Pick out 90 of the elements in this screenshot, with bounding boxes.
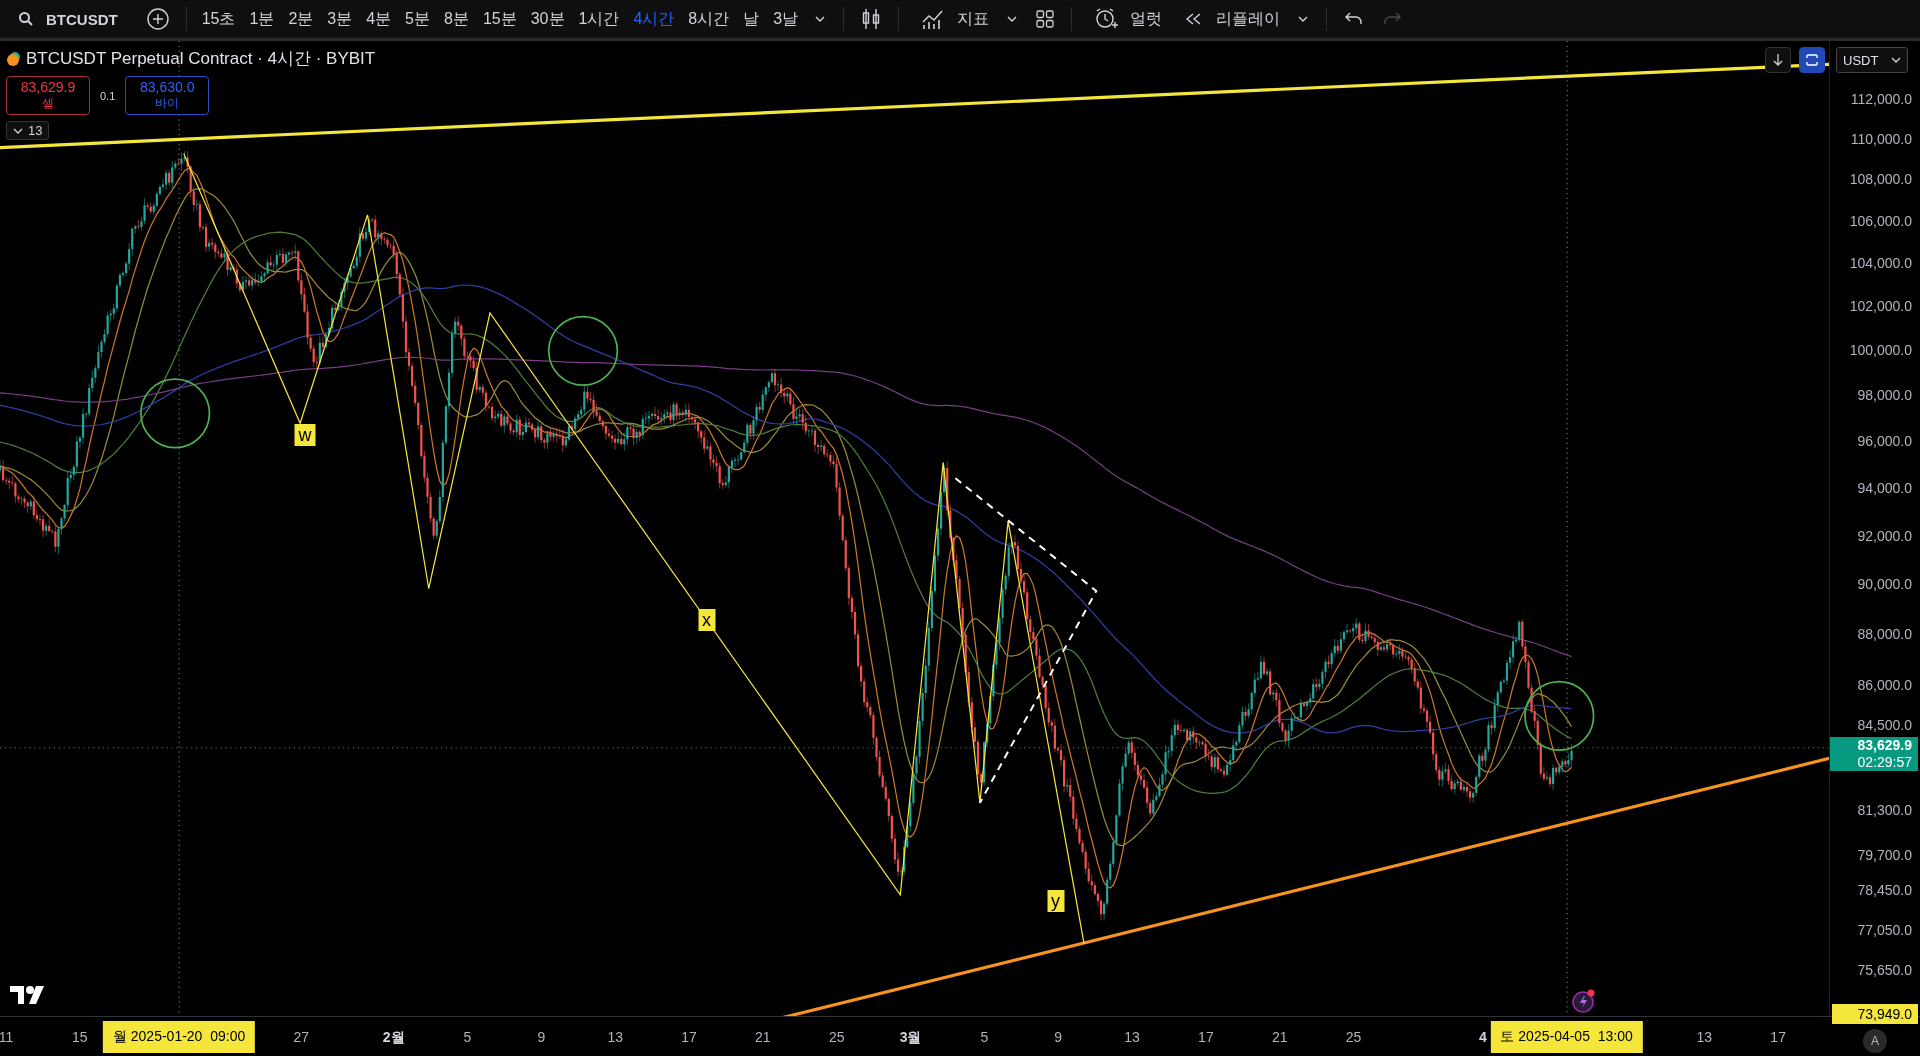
- interval-button[interactable]: 8시간: [683, 4, 735, 34]
- sell-button[interactable]: 83,629.9 셀: [6, 76, 90, 115]
- price-label: 90,000.0: [1857, 575, 1912, 594]
- countdown-timer: 02:29:57: [1857, 753, 1912, 771]
- indicators-toggle-button[interactable]: 13: [6, 121, 50, 140]
- price-label: 81,300.0: [1857, 801, 1912, 820]
- time-label: 13: [1124, 1029, 1140, 1045]
- price-label: 108,000.0: [1849, 170, 1912, 189]
- time-label: 4: [1478, 1029, 1487, 1045]
- interval-button[interactable]: 15분: [477, 4, 522, 34]
- price-marker-label: 73,949.0: [1832, 1003, 1918, 1024]
- indicators-button[interactable]: 지표: [909, 4, 996, 34]
- time-label: 17: [1198, 1029, 1214, 1045]
- price-label: 86,000.0: [1857, 676, 1912, 695]
- price-label: 84,500.0: [1857, 715, 1912, 734]
- crosshair-time-label: 토 2025-04-05 13:00: [1490, 1021, 1643, 1053]
- chevron-down-icon: [13, 126, 23, 135]
- interval-button[interactable]: 3분: [322, 4, 358, 34]
- alert-button[interactable]: 얼럿: [1082, 3, 1169, 35]
- wave-line-drawing[interactable]: [183, 153, 1085, 945]
- price-label: 79,700.0: [1857, 845, 1912, 864]
- interval-button[interactable]: 3날: [768, 4, 804, 34]
- time-label: 13: [1696, 1029, 1713, 1045]
- auto-scale-button[interactable]: A: [1863, 1029, 1887, 1053]
- price-label: 94,000.0: [1857, 478, 1912, 497]
- interval-button[interactable]: 날: [738, 4, 765, 34]
- time-label: 21: [755, 1029, 771, 1045]
- interval-button[interactable]: 1시간: [573, 4, 625, 34]
- interval-button[interactable]: 8분: [439, 4, 474, 34]
- time-label: 25: [1345, 1029, 1362, 1045]
- scroll-down-button[interactable]: [1765, 47, 1791, 73]
- replay-button[interactable]: 리플레이: [1172, 4, 1287, 34]
- chevron-down-icon: [1891, 56, 1901, 64]
- time-label: 11: [0, 1029, 14, 1045]
- price-label: 78,450.0: [1857, 880, 1912, 899]
- wave-label: y: [1047, 889, 1064, 912]
- price-label: 88,000.0: [1857, 625, 1912, 644]
- last-price: 83,629.9: [1857, 736, 1912, 754]
- search-icon: [18, 11, 34, 27]
- time-label: 3월: [899, 1029, 922, 1047]
- alarm-clock-icon: [1094, 7, 1119, 31]
- price-label: 112,000.0: [1850, 89, 1912, 108]
- dashed-wedge-drawing[interactable]: [954, 477, 1098, 804]
- interval-button[interactable]: 15초: [196, 4, 241, 34]
- time-label: 25: [828, 1029, 845, 1045]
- buy-button[interactable]: 83,630.0 바이: [125, 76, 210, 115]
- lightning-icon[interactable]: [1570, 988, 1597, 1014]
- highlight-circle[interactable]: [1524, 680, 1595, 752]
- add-symbol-icon[interactable]: [145, 7, 170, 31]
- time-label: 5: [980, 1029, 989, 1045]
- interval-button[interactable]: 4분: [361, 4, 397, 34]
- price-label: 92,000.0: [1857, 526, 1912, 545]
- chart-title: BTCUSDT Perpetual Contract · 4시간 · BYBIT: [26, 48, 376, 70]
- time-label: 17: [681, 1029, 697, 1045]
- price-label: 106,000.0: [1849, 211, 1912, 230]
- price-label: 98,000.0: [1857, 386, 1912, 405]
- fullscreen-button[interactable]: [1799, 47, 1825, 73]
- interval-button[interactable]: 1분: [244, 4, 280, 34]
- time-label: 27: [293, 1029, 310, 1045]
- time-label: 2월: [382, 1029, 405, 1047]
- grid-icon[interactable]: [1035, 9, 1056, 29]
- price-label: 110,000.0: [1850, 129, 1912, 148]
- currency-dropdown[interactable]: USDT: [1836, 47, 1908, 73]
- highlight-circle[interactable]: [547, 315, 619, 387]
- interval-button[interactable]: 2분: [283, 4, 319, 34]
- crosshair-time-label: 월 2025-01-20 09:00: [102, 1021, 256, 1053]
- spread-value: 0.1: [100, 89, 116, 102]
- time-label: 9: [1054, 1029, 1063, 1045]
- interval-button[interactable]: 5분: [400, 4, 435, 34]
- price-label: 102,000.0: [1849, 297, 1912, 316]
- time-label: 21: [1271, 1029, 1288, 1045]
- coin-icon: [6, 50, 22, 67]
- highlight-circle[interactable]: [140, 378, 211, 449]
- price-label: 100,000.0: [1849, 341, 1912, 360]
- price-label: 96,000.0: [1857, 432, 1912, 451]
- price-label: 77,050.0: [1857, 920, 1912, 939]
- wave-label: w: [294, 424, 316, 447]
- wave-label: x: [698, 609, 716, 632]
- symbol-search-button[interactable]: BTCUSDT: [6, 6, 124, 32]
- price-label: 104,000.0: [1849, 254, 1912, 273]
- time-label: 15: [72, 1029, 88, 1045]
- arrow-down-icon: [1772, 53, 1784, 67]
- time-label: 13: [607, 1029, 623, 1045]
- price-label: 75,650.0: [1857, 961, 1912, 980]
- frame-icon: [1805, 53, 1819, 67]
- time-label: 9: [537, 1029, 546, 1045]
- interval-button[interactable]: 30분: [525, 4, 570, 34]
- interval-button[interactable]: 4시간: [628, 4, 680, 34]
- time-label: 17: [1770, 1029, 1786, 1045]
- time-label: 5: [463, 1029, 472, 1045]
